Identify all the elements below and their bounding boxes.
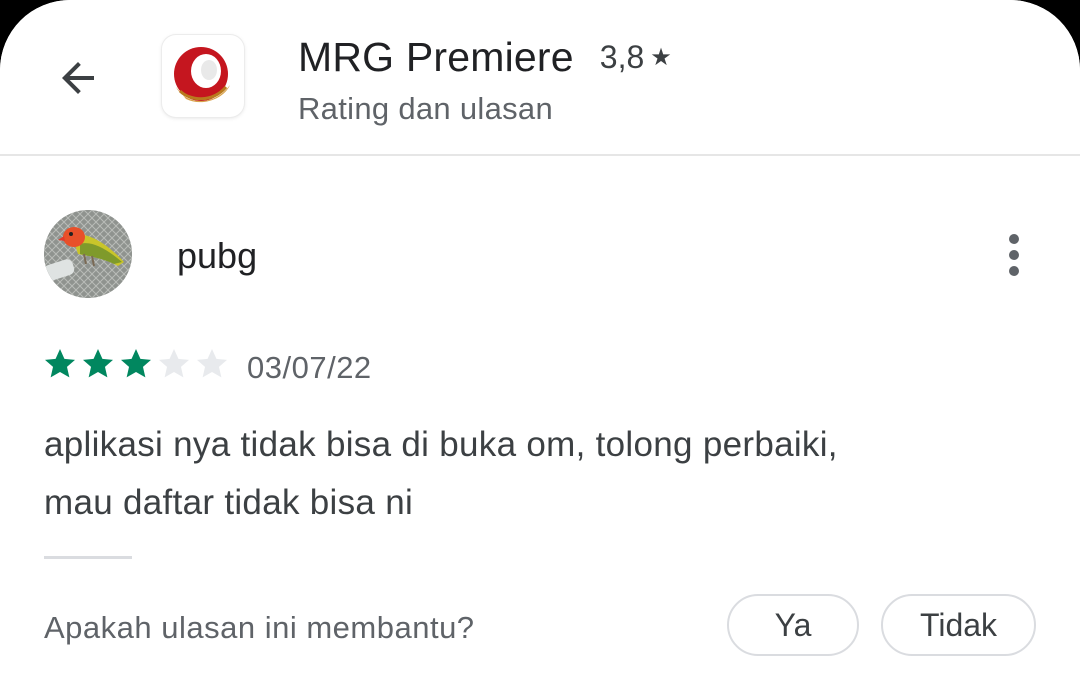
app-icon[interactable]: [162, 35, 244, 117]
star-filled-icon: [45, 349, 75, 378]
back-button[interactable]: [40, 40, 116, 116]
app-name: MRG Premiere: [298, 34, 574, 80]
more-vert-icon-dot: [1009, 266, 1019, 276]
app-header: MRG Premiere 3,8 ★ Rating dan ulasan: [0, 0, 1080, 156]
arrow-back-icon: [62, 62, 94, 94]
mrg-premiere-logo: [174, 47, 230, 103]
star-empty-icon: [159, 349, 189, 378]
app-rating: 3,8 ★: [600, 39, 672, 76]
review-text-line: mau daftar tidak bisa ni: [44, 483, 414, 522]
bird-photo-avatar: [44, 210, 132, 298]
page-subtitle: Rating dan ulasan: [298, 91, 554, 126]
helpful-no-button[interactable]: Tidak: [881, 594, 1036, 656]
avatar: [44, 210, 132, 298]
helpful-yes-button[interactable]: Ya: [727, 594, 859, 656]
more-vert-icon-dot: [1009, 234, 1019, 244]
app-title-row: MRG Premiere 3,8 ★: [298, 34, 672, 81]
divider: [44, 556, 132, 559]
review-screen: MRG Premiere 3,8 ★ Rating dan ulasan pub…: [0, 0, 1080, 684]
star-rating: [42, 346, 230, 382]
star-icon: ★: [650, 44, 672, 71]
more-options-button[interactable]: [990, 228, 1038, 282]
review-text-line: aplikasi nya tidak bisa di buka om, tolo…: [44, 425, 838, 464]
more-vert-icon-dot: [1009, 250, 1019, 260]
review-date: 03/07/22: [247, 350, 372, 385]
helpful-question: Apakah ulasan ini membantu?: [44, 610, 475, 645]
star-filled-icon: [121, 349, 151, 378]
reviewer-name: pubg: [177, 235, 258, 276]
app-rating-value: 3,8: [599, 39, 645, 75]
star-empty-icon: [197, 349, 227, 378]
review-text: aplikasi nya tidak bisa di buka om, tolo…: [44, 416, 1034, 532]
star-filled-icon: [83, 349, 113, 378]
